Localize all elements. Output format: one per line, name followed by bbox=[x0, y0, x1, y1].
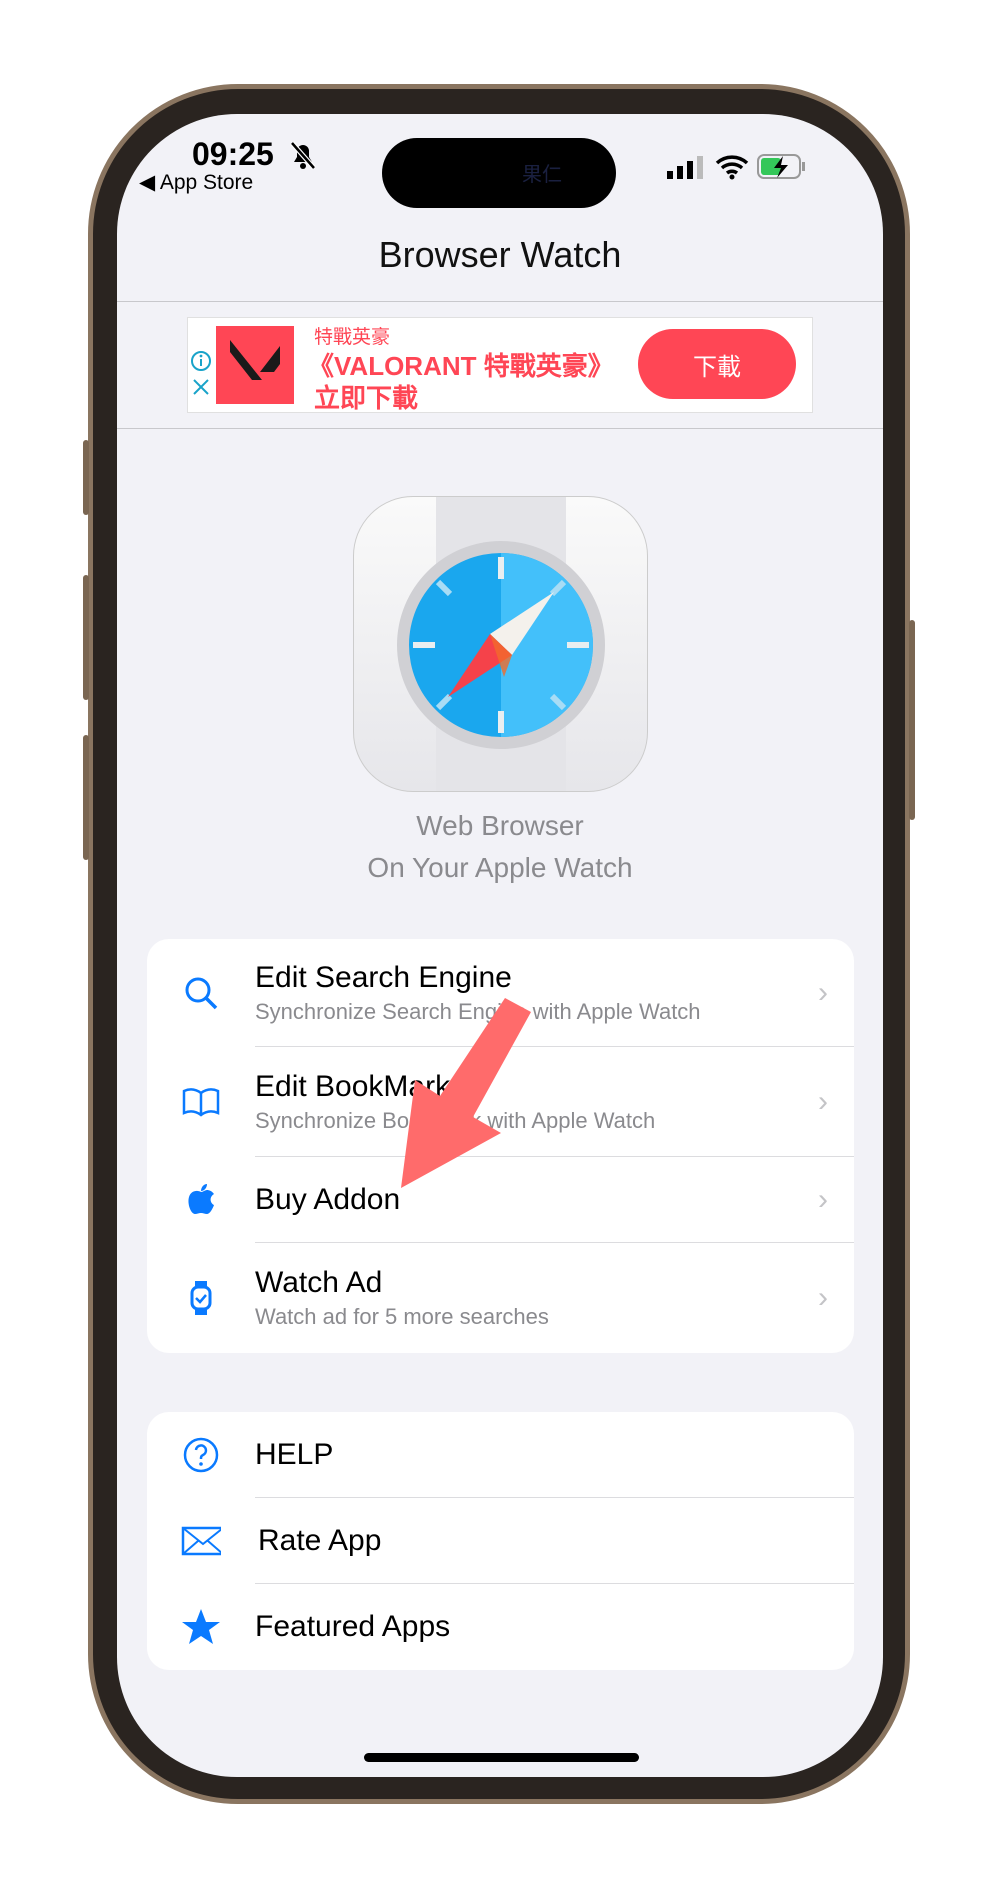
page-title: Browser Watch bbox=[378, 234, 622, 275]
annotation-arrow bbox=[401, 998, 531, 1188]
chevron-right-icon: › bbox=[818, 1281, 828, 1314]
mail-icon bbox=[181, 1526, 221, 1556]
screen: 果仁 09:25 ◀ App Store Browser Watch 特戰英豪 … bbox=[117, 114, 883, 1777]
signal-icon bbox=[667, 156, 703, 179]
menu-item-watch-ad[interactable]: Watch Ad Watch ad for 5 more searches › bbox=[147, 1243, 854, 1353]
chevron-right-icon: › bbox=[818, 1183, 828, 1216]
island-text: 果仁 bbox=[522, 164, 562, 186]
ad-download-button[interactable]: 下載 bbox=[638, 329, 796, 399]
item-subtitle: Watch ad for 5 more searches bbox=[255, 1304, 549, 1329]
menu-item-rate-app[interactable]: Rate App bbox=[147, 1498, 854, 1584]
action-button bbox=[83, 440, 89, 515]
ad-brand: 特戰英豪 bbox=[314, 327, 391, 348]
menu-item-featured-apps[interactable]: Featured Apps bbox=[147, 1584, 854, 1670]
chevron-right-icon: › bbox=[818, 1085, 828, 1118]
menu-item-help[interactable]: HELP bbox=[147, 1412, 854, 1498]
search-icon bbox=[185, 977, 218, 1010]
item-title: Edit Search Engine bbox=[255, 961, 512, 994]
app-icon bbox=[353, 496, 648, 792]
ad-close-icon[interactable] bbox=[192, 378, 210, 396]
star-icon bbox=[182, 1609, 220, 1644]
side-button bbox=[909, 620, 915, 820]
apple-icon bbox=[188, 1184, 214, 1214]
app-tagline-1: Web Browser bbox=[416, 810, 584, 841]
home-indicator[interactable] bbox=[364, 1753, 639, 1762]
item-title: Featured Apps bbox=[255, 1610, 451, 1643]
app-tagline-2: On Your Apple Watch bbox=[367, 852, 633, 883]
item-title: Watch Ad bbox=[255, 1266, 383, 1299]
dynamic-island: 果仁 bbox=[382, 138, 616, 208]
ad-info-icon[interactable] bbox=[190, 350, 212, 372]
volume-up-button bbox=[83, 575, 89, 700]
back-to-app-store[interactable]: ◀ App Store bbox=[139, 170, 339, 195]
ad-logo bbox=[216, 326, 294, 404]
watch-icon bbox=[190, 1281, 212, 1315]
item-title: Rate App bbox=[258, 1524, 382, 1557]
divider bbox=[117, 428, 883, 429]
item-title: Buy Addon bbox=[255, 1183, 401, 1216]
ad-headline-2: 立即下載 bbox=[314, 383, 419, 413]
divider bbox=[117, 301, 883, 302]
item-title: HELP bbox=[255, 1438, 334, 1471]
book-icon bbox=[182, 1088, 220, 1117]
bell-muted-icon bbox=[290, 141, 316, 170]
battery-charging-icon bbox=[757, 154, 805, 179]
wifi-icon bbox=[715, 155, 749, 180]
volume-down-button bbox=[83, 735, 89, 860]
chevron-right-icon: › bbox=[818, 976, 828, 1009]
ad-banner[interactable]: 特戰英豪 《VALORANT 特戰英豪》 立即下載 下載 bbox=[187, 317, 813, 413]
help-icon bbox=[183, 1437, 219, 1473]
status-time: 09:25 bbox=[192, 136, 274, 172]
menu-card-secondary: HELP Rate App Featured Apps bbox=[147, 1412, 854, 1670]
